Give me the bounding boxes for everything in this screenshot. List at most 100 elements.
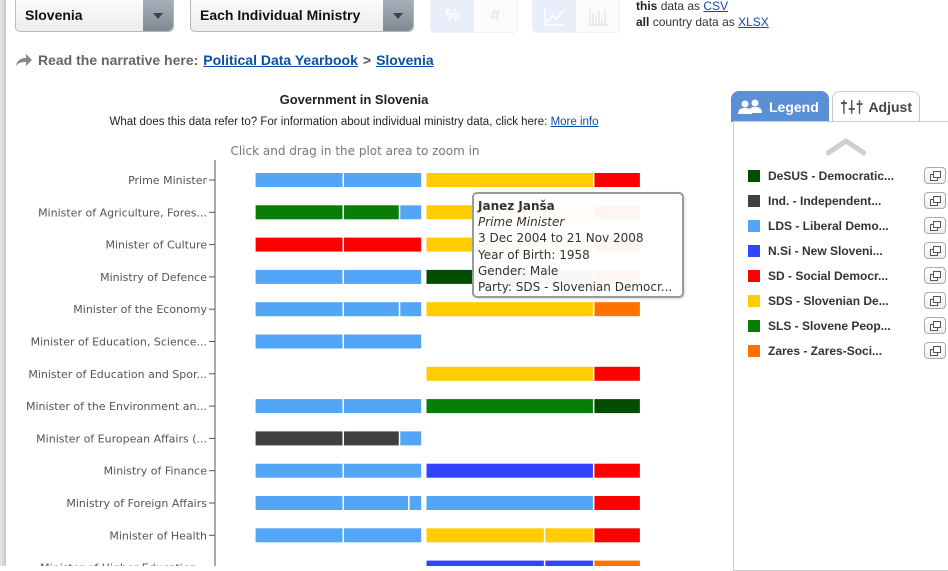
bar-segment-zares[interactable] bbox=[594, 560, 640, 566]
download-csv-link[interactable]: CSV bbox=[703, 0, 728, 13]
tooltip-gender: Gender: Male bbox=[478, 263, 559, 278]
scroll-up-icon[interactable] bbox=[826, 136, 866, 156]
bar-segment-lds[interactable] bbox=[255, 302, 343, 317]
bar-segment-sls[interactable] bbox=[255, 205, 343, 220]
legend-label: N.Si - New Sloveni... bbox=[768, 243, 883, 258]
sliders-icon bbox=[840, 100, 863, 114]
bar-segment-sds[interactable] bbox=[426, 173, 593, 187]
legend-item[interactable]: Zares - Zares-Soci... bbox=[748, 338, 946, 363]
bar-chart-icon bbox=[587, 9, 608, 26]
popout-icon[interactable] bbox=[924, 192, 946, 209]
download-this-text: data as bbox=[660, 0, 701, 13]
bar-segment-sd[interactable] bbox=[594, 496, 640, 510]
category-label: Minister of Culture bbox=[105, 239, 207, 252]
bar-segment-lds[interactable] bbox=[344, 269, 422, 284]
legend-item[interactable]: N.Si - New Sloveni... bbox=[748, 238, 946, 263]
bar-segment-sd[interactable] bbox=[594, 528, 640, 543]
bar-segment-sds[interactable] bbox=[426, 302, 593, 317]
zoom-hint: Click and drag in the plot area to zoom … bbox=[230, 144, 480, 158]
bar-segment-sd[interactable] bbox=[344, 237, 422, 252]
bar-segment-sds[interactable] bbox=[545, 528, 593, 543]
category-label: Ministry of Finance bbox=[104, 465, 208, 478]
popout-icon[interactable] bbox=[924, 292, 946, 309]
count-toggle-button[interactable]: # bbox=[474, 0, 517, 32]
bar-segment-lds[interactable] bbox=[344, 463, 422, 478]
bar-segment-lds[interactable] bbox=[400, 431, 422, 446]
tab-adjust[interactable]: Adjust bbox=[832, 91, 920, 122]
popout-icon[interactable] bbox=[924, 167, 946, 184]
legend-item[interactable]: SLS - Slovene Peop... bbox=[748, 313, 946, 338]
bar-segment-lds[interactable] bbox=[344, 496, 409, 510]
bar-segment-lds[interactable] bbox=[255, 496, 343, 510]
popout-icon[interactable] bbox=[924, 267, 946, 284]
bar-segment-ind[interactable] bbox=[344, 431, 399, 446]
bar-segment-lds[interactable] bbox=[255, 528, 343, 543]
bar-segment-nsi[interactable] bbox=[426, 560, 544, 566]
bar-segment-sds[interactable] bbox=[426, 528, 544, 543]
bar-segment-lds[interactable] bbox=[344, 173, 422, 187]
bar-segment-lds[interactable] bbox=[400, 205, 422, 220]
bar-segment-desus[interactable] bbox=[594, 399, 640, 414]
slovenia-link[interactable]: Slovenia bbox=[376, 52, 434, 68]
legend-item[interactable]: DeSUS - Democratic... bbox=[748, 163, 946, 188]
tab-legend[interactable]: Legend bbox=[731, 91, 829, 122]
popout-icon[interactable] bbox=[924, 317, 946, 334]
bar-segment-lds[interactable] bbox=[344, 528, 422, 543]
category-label: Minister of the Economy bbox=[73, 303, 207, 316]
bar-segment-lds[interactable] bbox=[344, 399, 422, 414]
legend-label: DeSUS - Democratic... bbox=[768, 168, 895, 183]
bar-segment-lds[interactable] bbox=[344, 334, 422, 349]
unit-toggle-group: % # bbox=[430, 0, 518, 33]
bar-segment-lds[interactable] bbox=[255, 173, 343, 187]
political-data-yearbook-link[interactable]: Political Data Yearbook bbox=[203, 52, 358, 68]
bar-segment-lds[interactable] bbox=[409, 496, 422, 510]
bar-segment-sls[interactable] bbox=[426, 399, 593, 414]
legend-item[interactable]: SD - Social Democr... bbox=[748, 263, 946, 288]
bar-segment-sd[interactable] bbox=[594, 366, 640, 381]
category-label: Minister of Education and Spor... bbox=[28, 368, 207, 381]
tooltip-name: Janez Janša bbox=[478, 199, 555, 213]
legend-label: LDS - Liberal Demo... bbox=[768, 218, 889, 233]
percent-toggle-button[interactable]: % bbox=[431, 0, 474, 32]
popout-icon[interactable] bbox=[924, 217, 946, 234]
bar-segment-sd[interactable] bbox=[594, 463, 640, 478]
bar-segment-lds[interactable] bbox=[400, 302, 422, 317]
legend-swatch bbox=[748, 219, 760, 232]
legend-swatch bbox=[748, 169, 760, 182]
legend-swatch bbox=[748, 344, 760, 357]
category-label: Minister of Agriculture, Fores... bbox=[38, 206, 207, 219]
bar-segment-sls[interactable] bbox=[344, 205, 399, 220]
bar-segment-zares[interactable] bbox=[594, 302, 640, 317]
country-select[interactable]: Slovenia bbox=[15, 0, 174, 32]
more-info-link[interactable]: More info bbox=[551, 116, 599, 128]
bar-segment-sd[interactable] bbox=[255, 237, 343, 252]
bar-chart-button[interactable] bbox=[576, 0, 619, 32]
legend-item[interactable]: Ind. - Independent... bbox=[748, 188, 946, 213]
legend-label: SLS - Slovene Peop... bbox=[768, 318, 891, 333]
legend-item[interactable]: LDS - Liberal Demo... bbox=[748, 213, 946, 238]
bar-segment-lds[interactable] bbox=[426, 496, 593, 510]
legend-item[interactable]: SDS - Slovenian De... bbox=[748, 288, 946, 313]
bar-segment-lds[interactable] bbox=[255, 334, 343, 349]
bar-segment-nsi[interactable] bbox=[545, 560, 593, 566]
bar-segment-ind[interactable] bbox=[255, 431, 343, 446]
bar-segment-lds[interactable] bbox=[344, 302, 399, 317]
bar-segment-lds[interactable] bbox=[255, 399, 343, 414]
legend-tabs: Legend Adjust bbox=[731, 91, 920, 122]
chevron-down-icon[interactable] bbox=[383, 0, 413, 31]
legend-list: DeSUS - Democratic... Ind. - Independent.… bbox=[748, 163, 946, 363]
bar-segment-sd[interactable] bbox=[594, 173, 640, 187]
popout-icon[interactable] bbox=[924, 242, 946, 259]
view-select[interactable]: Each Individual Ministry bbox=[190, 0, 414, 32]
bar-segment-lds[interactable] bbox=[255, 463, 343, 478]
chevron-down-icon[interactable] bbox=[143, 0, 173, 31]
popout-icon[interactable] bbox=[924, 342, 946, 359]
bar-segment-nsi[interactable] bbox=[426, 463, 593, 478]
download-xlsx-link[interactable]: XLSX bbox=[738, 15, 769, 29]
line-chart-button[interactable] bbox=[533, 0, 576, 32]
bar-segment-sds[interactable] bbox=[426, 366, 593, 381]
chart-type-toggle-group bbox=[532, 0, 620, 33]
download-all-text: country data as bbox=[652, 15, 735, 29]
bar-segment-lds[interactable] bbox=[255, 269, 343, 284]
tab-adjust-label: Adjust bbox=[868, 99, 912, 115]
